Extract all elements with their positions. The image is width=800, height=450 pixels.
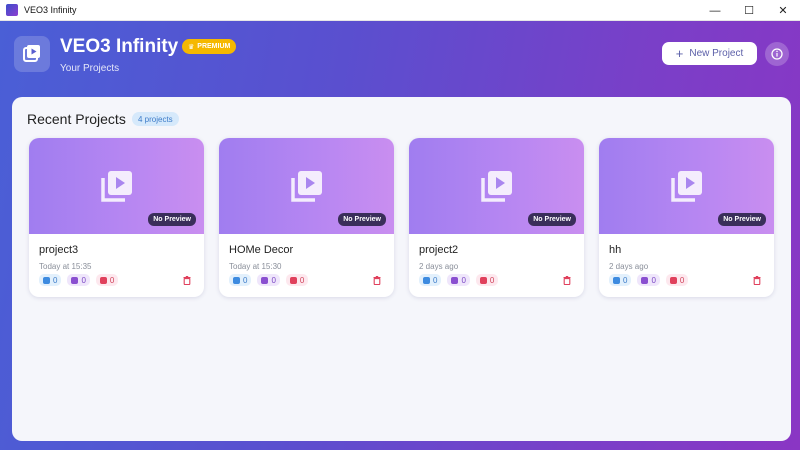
image-icon xyxy=(99,276,107,284)
video-library-icon xyxy=(670,171,702,202)
close-button[interactable]: ✕ xyxy=(766,0,800,21)
project-stats: 0 0 0 xyxy=(39,274,119,286)
project-grid: No Preview project3 Today at 15:35 0 0 0… xyxy=(29,138,774,297)
document-icon xyxy=(43,276,50,284)
image-icon xyxy=(479,276,487,284)
trash-icon xyxy=(183,275,191,285)
app-icon xyxy=(6,4,18,16)
delete-project-button[interactable] xyxy=(372,275,382,285)
app-area: VEO3 Infinity ♛ PREMIUM Your Projects + … xyxy=(0,21,800,450)
video-library-icon xyxy=(290,171,322,202)
video-icon xyxy=(71,276,79,284)
logo-video-icon xyxy=(14,36,50,72)
image-count: 0 xyxy=(665,274,689,286)
video-count: 0 xyxy=(637,274,660,286)
video-count: 0 xyxy=(67,274,90,286)
no-preview-badge: No Preview xyxy=(338,213,386,226)
image-icon xyxy=(669,276,677,284)
project-thumbnail[interactable]: No Preview xyxy=(29,138,204,234)
trash-icon xyxy=(753,275,761,285)
project-stats: 0 0 0 xyxy=(609,274,689,286)
minimize-button[interactable]: — xyxy=(698,0,732,21)
app-name: VEO3 Infinity xyxy=(60,36,179,57)
premium-label: PREMIUM xyxy=(197,43,231,50)
document-count: 0 xyxy=(229,274,252,286)
image-count: 0 xyxy=(95,274,119,286)
maximize-button[interactable]: ☐ xyxy=(732,0,766,21)
project-thumbnail[interactable]: No Preview xyxy=(409,138,584,234)
section-title: Recent Projects xyxy=(27,111,126,127)
trash-icon xyxy=(563,275,571,285)
image-count: 0 xyxy=(285,274,309,286)
video-count: 0 xyxy=(447,274,470,286)
project-time: Today at 15:30 xyxy=(229,262,282,271)
document-count: 0 xyxy=(39,274,62,286)
video-icon xyxy=(451,276,459,284)
delete-project-button[interactable] xyxy=(182,275,192,285)
project-name: project2 xyxy=(419,244,459,256)
crown-icon: ♛ xyxy=(188,43,195,51)
project-card[interactable]: No Preview project3 Today at 15:35 0 0 0 xyxy=(29,138,204,297)
project-count-badge: 4 projects xyxy=(132,112,179,126)
info-button[interactable] xyxy=(765,42,789,66)
document-count: 0 xyxy=(609,274,632,286)
project-card[interactable]: No Preview hh 2 days ago 0 0 0 xyxy=(599,138,774,297)
document-icon xyxy=(613,276,620,284)
project-stats: 0 0 0 xyxy=(419,274,499,286)
project-name: HOMe Decor xyxy=(229,244,294,256)
video-library-icon xyxy=(100,171,132,202)
project-card[interactable]: No Preview project2 2 days ago 0 0 0 xyxy=(409,138,584,297)
projects-panel: Recent Projects 4 projects No Preview pr… xyxy=(12,97,791,441)
delete-project-button[interactable] xyxy=(752,275,762,285)
project-thumbnail[interactable]: No Preview xyxy=(599,138,774,234)
video-count: 0 xyxy=(257,274,280,286)
new-project-label: New Project xyxy=(689,48,744,59)
no-preview-badge: No Preview xyxy=(718,213,766,226)
trash-icon xyxy=(373,275,381,285)
document-icon xyxy=(233,276,240,284)
project-time: 2 days ago xyxy=(419,262,459,271)
window-controls: — ☐ ✕ xyxy=(698,0,800,21)
plus-icon: + xyxy=(675,46,684,61)
no-preview-badge: No Preview xyxy=(148,213,196,226)
video-icon xyxy=(261,276,269,284)
info-icon xyxy=(771,48,783,60)
project-card[interactable]: No Preview HOMe Decor Today at 15:30 0 0… xyxy=(219,138,394,297)
image-icon xyxy=(289,276,297,284)
video-library-icon xyxy=(480,171,512,202)
project-name: hh xyxy=(609,244,622,256)
premium-badge: ♛ PREMIUM xyxy=(182,39,237,54)
project-thumbnail[interactable]: No Preview xyxy=(219,138,394,234)
project-stats: 0 0 0 xyxy=(229,274,309,286)
title-bar: VEO3 Infinity — ☐ ✕ xyxy=(0,0,800,21)
new-project-button[interactable]: + New Project xyxy=(662,42,757,65)
no-preview-badge: No Preview xyxy=(528,213,576,226)
project-name: project3 xyxy=(39,244,79,256)
image-count: 0 xyxy=(475,274,499,286)
window-title: VEO3 Infinity xyxy=(24,5,77,15)
page-subtitle: Your Projects xyxy=(60,63,120,74)
delete-project-button[interactable] xyxy=(562,275,572,285)
document-count: 0 xyxy=(419,274,442,286)
document-icon xyxy=(423,276,430,284)
project-time: 2 days ago xyxy=(609,262,649,271)
project-time: Today at 15:35 xyxy=(39,262,92,271)
video-icon xyxy=(641,276,649,284)
